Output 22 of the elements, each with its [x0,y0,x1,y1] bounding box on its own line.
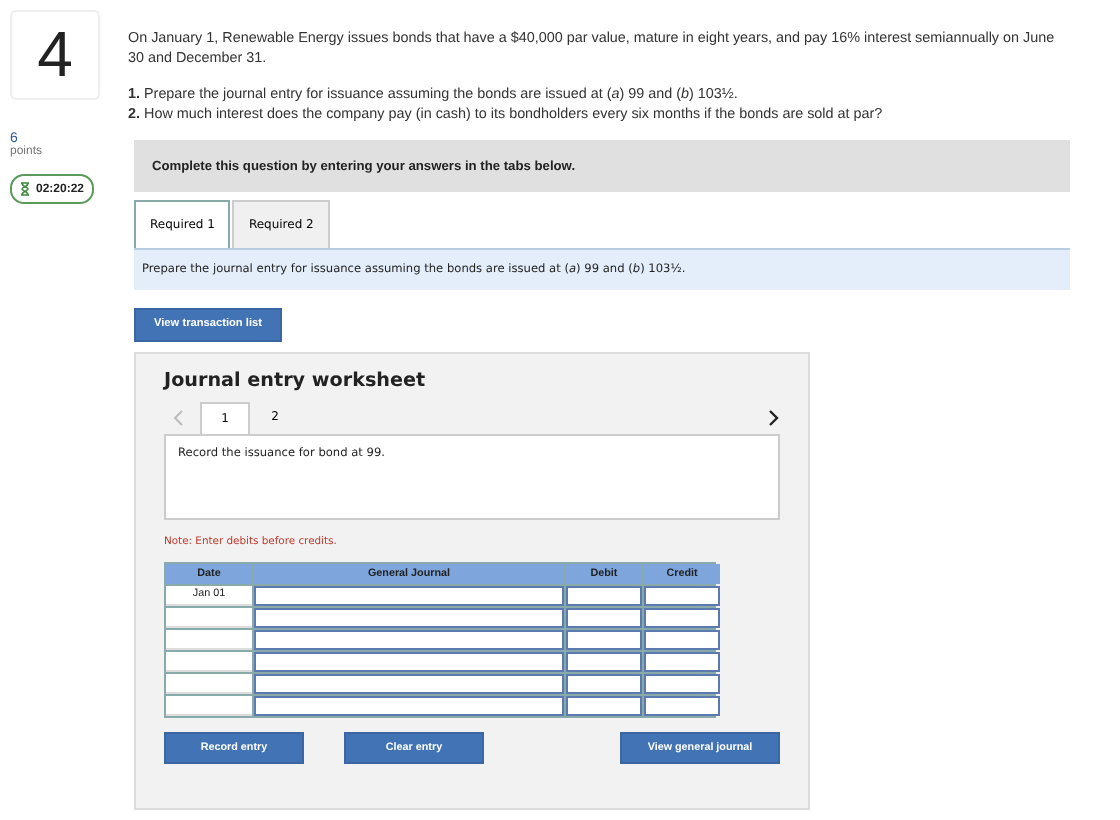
worksheet-title: Journal entry worksheet [164,369,428,391]
debit-input[interactable] [566,607,642,627]
account-input[interactable] [254,585,564,605]
credit-input[interactable] [644,673,720,693]
question-number: 4 [10,10,100,100]
account-input[interactable] [254,673,564,693]
debit-input[interactable] [566,673,642,693]
debit-input[interactable] [566,585,642,605]
account-input[interactable] [254,607,564,627]
account-input[interactable] [254,695,564,715]
credit-input[interactable] [644,629,720,649]
debit-input[interactable] [566,629,642,649]
credit-input[interactable] [644,585,720,605]
credit-input[interactable] [644,695,720,715]
credit-input[interactable] [644,607,720,627]
account-input[interactable] [254,651,564,671]
debit-input[interactable] [566,651,642,671]
next-icon[interactable] [768,409,780,425]
hourglass-icon [20,182,30,196]
credit-input[interactable] [644,651,720,671]
account-input[interactable] [254,629,564,649]
debit-input[interactable] [566,695,642,715]
